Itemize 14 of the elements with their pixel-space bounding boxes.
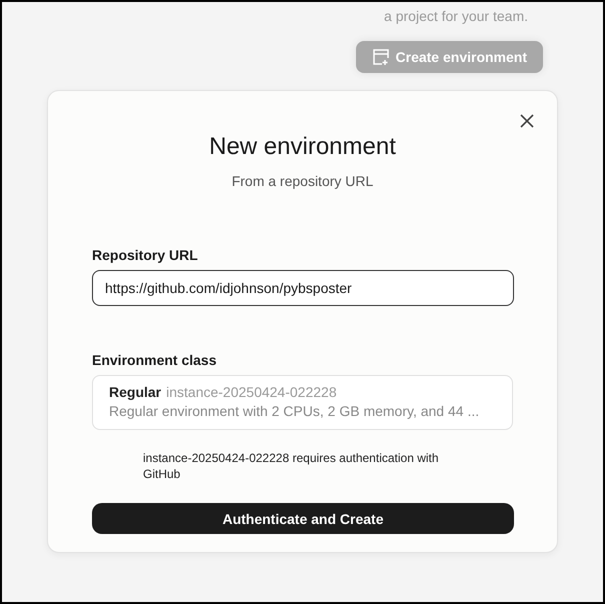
class-description: Regular environment with 2 CPUs, 2 GB memory, and 44 ... <box>109 403 480 419</box>
field-label: Repository URL <box>92 247 199 263</box>
window-plus-icon <box>372 48 390 66</box>
page-subtitle: a project for your team. <box>384 8 528 24</box>
instance-name: instance-20250424-022228 <box>166 384 337 400</box>
auth-notice: instance-20250424-022228 requires authentication with GitHub <box>143 450 440 482</box>
close-icon[interactable] <box>519 113 535 129</box>
authenticate-create-button[interactable]: Authenticate and Create <box>92 503 514 534</box>
field-label: Environment class <box>92 352 218 368</box>
repository-url-field[interactable]: https://github.com/idjohnson/pybsposter <box>92 270 514 306</box>
dialog-title: New environment <box>208 133 397 161</box>
dialog-subtitle: From a repository URL <box>230 173 374 189</box>
environment-class-select[interactable]: Regular instance-20250424-022228 Regular environment with 2 CPUs, 2 GB memory, and 44 ... <box>92 375 513 430</box>
class-name: Regular <box>109 384 162 400</box>
